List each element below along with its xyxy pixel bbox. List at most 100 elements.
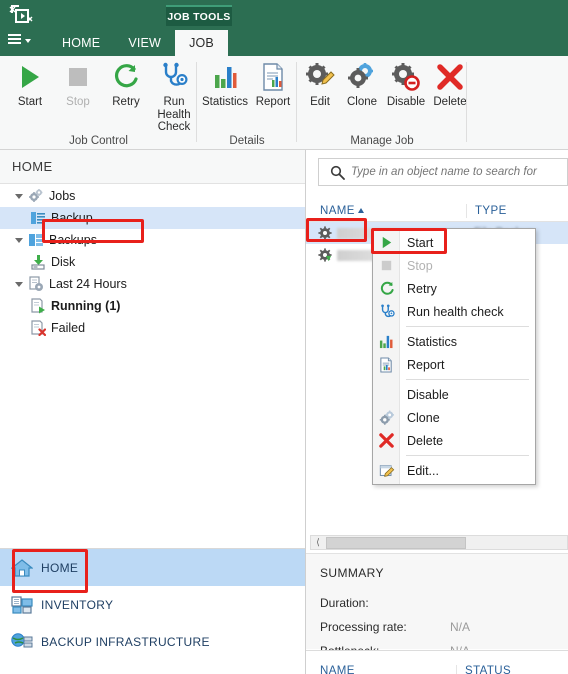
expander-open-icon[interactable]	[12, 237, 26, 243]
context-menu-item-report[interactable]: Report	[373, 353, 535, 376]
object-column-header-status[interactable]: STATUS	[456, 664, 511, 674]
column-header-type-label: TYPE	[475, 204, 507, 217]
context-menu-item-disable-label: Disable	[407, 387, 449, 402]
ribbon-group-job-control-title: Job Control	[69, 135, 128, 147]
ribbon-button-run-health-check[interactable]: Run Health Check	[150, 60, 198, 134]
ribbon-button-stop: Stop	[54, 60, 102, 109]
tree-item-backups[interactable]: Backups	[0, 229, 305, 251]
ribbon-button-delete[interactable]: Delete	[429, 60, 471, 109]
gear-copy-icon	[347, 60, 377, 94]
context-menu-item-retry-label: Retry	[407, 281, 437, 296]
ribbon-button-run-health-check-label: Run Health Check	[157, 96, 191, 133]
tree-item-last-24-hours[interactable]: Last 24 Hours	[0, 273, 305, 295]
home-icon	[11, 558, 41, 578]
bar-chart-icon	[378, 333, 395, 350]
summary-panel: SUMMARY Duration: Processing rate: N/A B…	[306, 553, 568, 658]
tree-item-backup-label: Backup	[51, 211, 93, 225]
expander-open-icon[interactable]	[12, 193, 26, 199]
tree-item-running[interactable]: Running (1)	[0, 295, 305, 317]
tree-item-disk[interactable]: Disk	[0, 251, 305, 273]
object-list-header: NAME STATUS	[306, 661, 568, 674]
ribbon-group-details-title: Details	[229, 135, 265, 147]
red-x-icon	[435, 60, 465, 94]
object-column-header-name[interactable]: NAME	[306, 665, 456, 674]
expander-open-icon[interactable]	[12, 281, 26, 287]
nav-item-inventory[interactable]: INVENTORY	[0, 586, 305, 623]
stethoscope-icon	[159, 60, 189, 94]
report-document-icon	[260, 60, 286, 94]
play-icon	[17, 60, 43, 94]
tree-item-failed-label: Failed	[51, 321, 86, 335]
navigation-panel: HOME INVENTORY BACKUP INFRASTRUCTURE	[0, 548, 305, 674]
context-menu-item-edit[interactable]: Edit...	[373, 459, 535, 482]
ribbon-group-job-control: Start Stop Retry Run Health Check Job Co…	[0, 56, 197, 150]
context-menu-item-statistics[interactable]: Statistics	[373, 330, 535, 353]
horizontal-scrollbar[interactable]: ⟨	[310, 535, 568, 550]
running-job-icon	[28, 298, 48, 314]
summary-processing-rate-value: N/A	[450, 620, 471, 634]
ribbon-button-disable-label: Disable	[386, 96, 426, 108]
job-context-menu: Start Stop Retry Run health check Statis…	[372, 228, 536, 485]
tab-job[interactable]: JOB	[175, 30, 228, 56]
gear-pencil-icon	[378, 462, 395, 479]
ribbon-button-clone[interactable]: Clone	[341, 60, 383, 109]
nav-item-backup-infrastructure[interactable]: BACKUP INFRASTRUCTURE	[0, 623, 305, 660]
context-menu-item-clone-label: Clone	[407, 410, 440, 425]
summary-duration-label: Duration:	[320, 596, 369, 610]
column-header-name[interactable]: NAME	[306, 205, 466, 217]
summary-row-duration: Duration:	[320, 596, 556, 610]
tab-home[interactable]: HOME	[48, 30, 114, 56]
ribbon-button-retry[interactable]: Retry	[102, 60, 150, 109]
nav-item-home[interactable]: HOME	[0, 549, 305, 586]
tab-view[interactable]: VIEW	[114, 30, 175, 56]
job-list-icon	[28, 210, 48, 226]
failed-job-icon	[28, 320, 48, 336]
gear-block-icon	[391, 60, 421, 94]
context-menu-item-stop-label: Stop	[407, 258, 433, 273]
application-menu-button[interactable]	[8, 30, 36, 48]
object-list-panel: NAME STATUS 94.4 @51CTO博客	[306, 650, 568, 674]
sort-ascending-icon	[357, 208, 364, 213]
ribbon-button-clone-label: Clone	[346, 96, 378, 108]
gear-pencil-icon	[305, 60, 335, 94]
tree-item-last-24-hours-label: Last 24 Hours	[49, 277, 127, 291]
gear-block-icon	[378, 386, 395, 403]
context-menu-item-retry[interactable]: Retry	[373, 277, 535, 300]
ribbon-button-start[interactable]: Start	[6, 60, 54, 109]
context-menu-item-delete[interactable]: Delete	[373, 429, 535, 452]
report-document-icon	[378, 356, 395, 373]
context-menu-separator	[406, 379, 529, 380]
veeam-backup-replication-window: JOB TOOLS HOME VIEW JOB Start Stop Retry…	[0, 0, 568, 674]
ribbon-button-statistics[interactable]: Statistics	[201, 60, 249, 109]
context-menu-item-clone[interactable]: Clone	[373, 406, 535, 429]
context-menu-item-disable[interactable]: Disable	[373, 383, 535, 406]
summary-row-processing-rate: Processing rate: N/A	[320, 620, 556, 634]
tree-item-jobs-label: Jobs	[49, 189, 76, 203]
context-menu-item-run-health-check-label: Run health check	[407, 304, 504, 319]
ribbon-button-edit-label: Edit	[310, 96, 330, 108]
ribbon-button-report-label: Report	[255, 96, 291, 108]
context-menu-item-run-health-check[interactable]: Run health check	[373, 300, 535, 323]
context-menu-item-start[interactable]: Start	[373, 231, 535, 254]
scrollbar-thumb[interactable]	[326, 536, 466, 549]
ribbon-button-edit[interactable]: Edit	[299, 60, 341, 109]
summary-processing-rate-label: Processing rate:	[320, 620, 407, 634]
scroll-left-icon[interactable]: ⟨	[311, 537, 325, 548]
column-header-type[interactable]: TYPE	[466, 203, 507, 218]
gear-job-icon	[318, 226, 332, 240]
ribbon-header: JOB TOOLS HOME VIEW JOB	[0, 0, 568, 56]
contextual-tab-group-label: JOB TOOLS	[166, 5, 232, 26]
search-box[interactable]	[318, 158, 568, 186]
tree-item-backup[interactable]: Backup	[0, 207, 305, 229]
nav-item-backup-infrastructure-label: BACKUP INFRASTRUCTURE	[41, 634, 210, 649]
ribbon-button-report[interactable]: Report	[249, 60, 297, 109]
tree-item-failed[interactable]: Failed	[0, 317, 305, 339]
hamburger-menu-icon	[8, 34, 21, 44]
tree-item-running-label: Running (1)	[51, 299, 121, 313]
chevron-down-icon	[25, 39, 31, 43]
retry-arrow-icon	[112, 60, 140, 94]
ribbon-button-statistics-label: Statistics	[201, 96, 248, 108]
search-input[interactable]	[349, 165, 567, 179]
tree-item-jobs[interactable]: Jobs	[0, 185, 305, 207]
ribbon-button-disable[interactable]: Disable	[383, 60, 429, 109]
